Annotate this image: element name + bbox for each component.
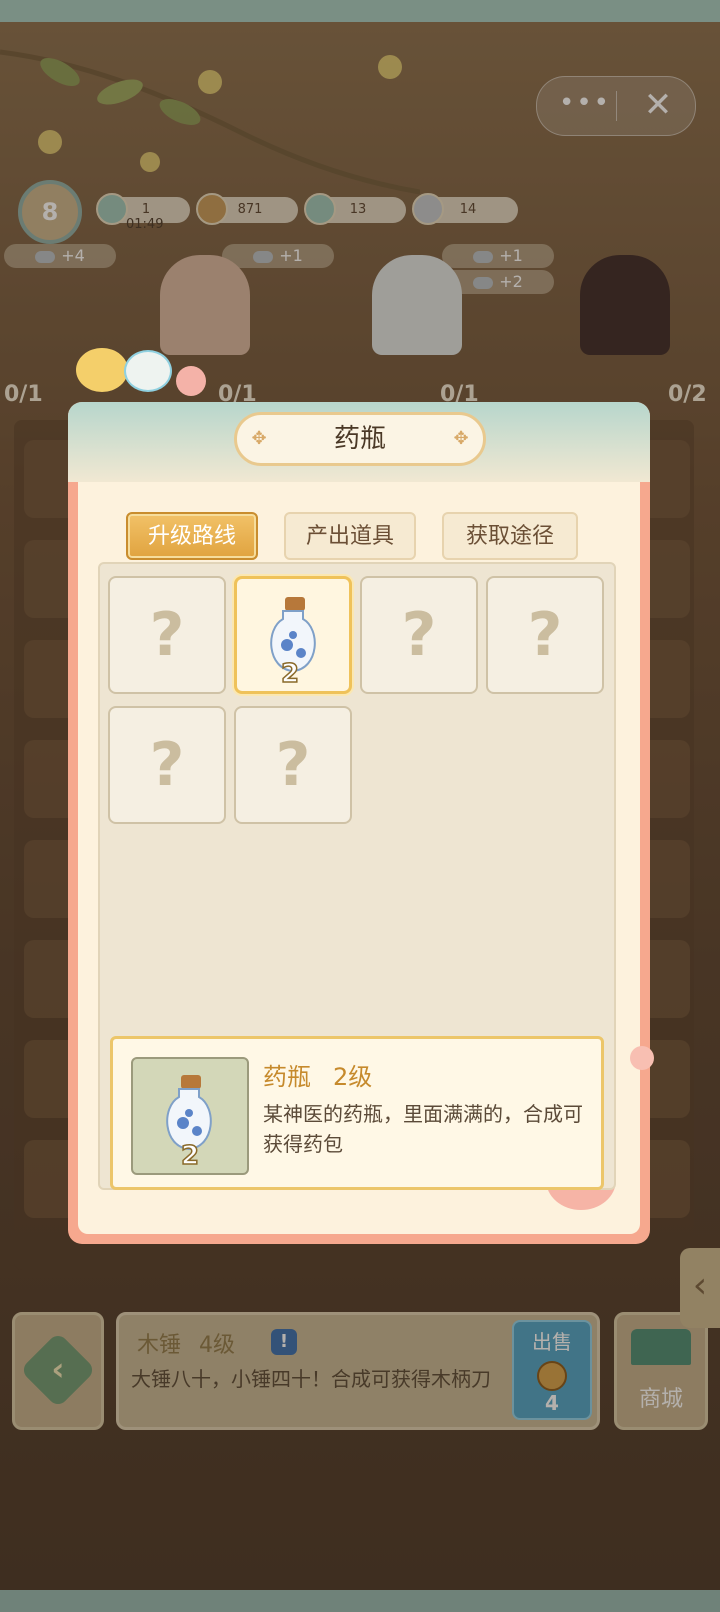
- flower-icon: [176, 366, 206, 396]
- question-mark-icon: ?: [149, 730, 185, 800]
- modal-tabs: 升级路线 产出道具 获取途径: [126, 512, 596, 562]
- yellow-bird-icon: [76, 348, 128, 392]
- detail-item-level: 2级: [333, 1063, 373, 1091]
- question-mark-icon: ?: [275, 730, 311, 800]
- item-thumbnail: 2: [131, 1057, 249, 1175]
- tab-output-items[interactable]: 产出道具: [284, 512, 416, 560]
- detail-item-description: 某神医的药瓶，里面满满的，合成可获得药包: [263, 1102, 583, 1156]
- item-detail-card: 2 药瓶 2级 某神医的药瓶，里面满满的，合成可获得药包: [110, 1036, 604, 1190]
- cloud-ornament-icon: ✥: [251, 428, 267, 449]
- question-mark-icon: ?: [401, 600, 437, 670]
- blue-bird-icon: [124, 350, 172, 392]
- upgrade-cell-locked[interactable]: ?: [108, 706, 226, 824]
- bottom-strip: [0, 1590, 720, 1612]
- tab-acquire-methods[interactable]: 获取途径: [442, 512, 578, 560]
- question-mark-icon: ?: [149, 600, 185, 670]
- upgrade-cell-locked[interactable]: ?: [108, 576, 226, 694]
- detail-item-name: 药瓶: [263, 1063, 311, 1091]
- cell-level: 2: [280, 658, 300, 690]
- upgrade-cell-locked[interactable]: ?: [486, 576, 604, 694]
- question-mark-icon: ?: [527, 600, 563, 670]
- upgrade-cell-locked[interactable]: ?: [234, 706, 352, 824]
- top-status-strip: [0, 0, 720, 22]
- modal-title: ✥ 药瓶 ✥: [234, 412, 486, 466]
- upgrade-cell-locked[interactable]: ?: [360, 576, 478, 694]
- thumb-level: 2: [180, 1140, 200, 1172]
- upgrade-cell-medicine-bottle[interactable]: 2: [234, 576, 352, 694]
- cloud-ornament-icon: ✥: [453, 428, 469, 449]
- modal-title-text: 药瓶: [333, 424, 386, 454]
- tab-upgrade-route[interactable]: 升级路线: [126, 512, 258, 560]
- blossom-icon: [630, 1046, 654, 1070]
